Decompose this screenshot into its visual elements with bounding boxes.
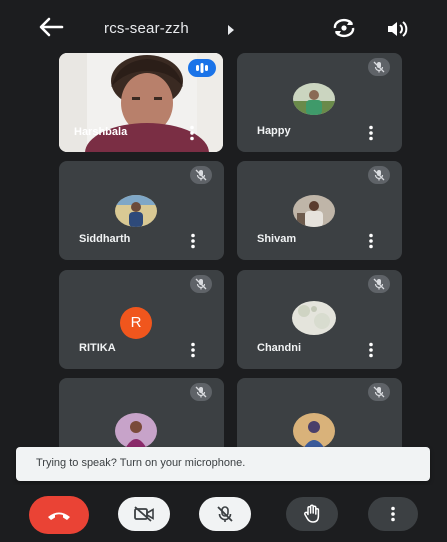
mic-off-badge — [368, 166, 390, 184]
avatar — [292, 301, 336, 335]
participant-name: RITIKA — [79, 342, 116, 354]
mic-off-badge — [368, 58, 390, 76]
mic-off-badge — [190, 166, 212, 184]
avatar — [293, 195, 335, 227]
more-vert-icon[interactable] — [189, 125, 195, 141]
mic-off-icon — [195, 169, 207, 181]
participant-name: Siddharth — [79, 233, 131, 245]
mic-off-badge — [190, 275, 212, 293]
mic-off-badge — [368, 383, 390, 401]
participant-tile[interactable]: Chandni — [237, 270, 402, 369]
mic-off-icon — [217, 506, 233, 522]
more-vert-icon[interactable] — [368, 233, 374, 249]
meet-call-screen: rcs-sear-zzh Harshbala Happy Siddharth S… — [0, 0, 447, 542]
participant-tile[interactable]: Siddharth — [59, 161, 224, 260]
participant-name: Shivam — [257, 233, 297, 245]
active-speaker-badge — [188, 59, 216, 77]
switch-camera-icon[interactable] — [331, 17, 357, 39]
avatar — [293, 413, 335, 449]
mic-off-icon — [195, 386, 207, 398]
participant-tile[interactable]: Happy — [237, 53, 402, 152]
microphone-toggle-button[interactable] — [199, 497, 251, 531]
raise-hand-button[interactable] — [286, 497, 338, 531]
speaker-icon[interactable] — [385, 18, 409, 40]
more-vert-icon[interactable] — [368, 342, 374, 358]
mic-off-badge — [190, 383, 212, 401]
meeting-title[interactable]: rcs-sear-zzh — [104, 20, 189, 37]
mic-off-icon — [373, 278, 385, 290]
end-call-button[interactable] — [29, 496, 89, 534]
back-arrow-icon[interactable] — [38, 16, 64, 38]
camera-toggle-button[interactable] — [118, 497, 170, 531]
participant-tile[interactable]: Shivam — [237, 161, 402, 260]
hand-icon — [304, 504, 320, 523]
mic-off-icon — [373, 169, 385, 181]
mic-off-icon — [373, 386, 385, 398]
more-vert-icon[interactable] — [368, 125, 374, 141]
avatar — [293, 83, 335, 115]
mic-off-icon — [373, 61, 385, 73]
top-bar: rcs-sear-zzh — [0, 0, 447, 50]
participant-tile[interactable]: R RITIKA — [59, 270, 224, 369]
participant-name: Harshbala — [74, 126, 128, 138]
more-vert-icon[interactable] — [190, 342, 196, 358]
participant-tile-video[interactable]: Harshbala — [59, 53, 223, 152]
more-options-button[interactable] — [368, 497, 418, 531]
mic-hint-snackbar: Trying to speak? Turn on your microphone… — [16, 447, 430, 481]
more-vert-icon — [391, 506, 395, 522]
mic-off-icon — [195, 278, 207, 290]
caret-right-icon[interactable] — [227, 24, 235, 36]
avatar — [115, 413, 157, 449]
audio-level-icon — [196, 63, 208, 73]
more-vert-icon[interactable] — [190, 233, 196, 249]
snackbar-text: Trying to speak? Turn on your microphone… — [36, 457, 246, 469]
call-controls-bar — [0, 485, 447, 542]
mic-off-badge — [368, 275, 390, 293]
camera-off-icon — [134, 506, 154, 522]
participant-name: Chandni — [257, 342, 301, 354]
phone-hangup-icon — [48, 512, 70, 520]
avatar — [115, 195, 157, 227]
participant-name: Happy — [257, 125, 291, 137]
letter-avatar: R — [120, 307, 152, 339]
